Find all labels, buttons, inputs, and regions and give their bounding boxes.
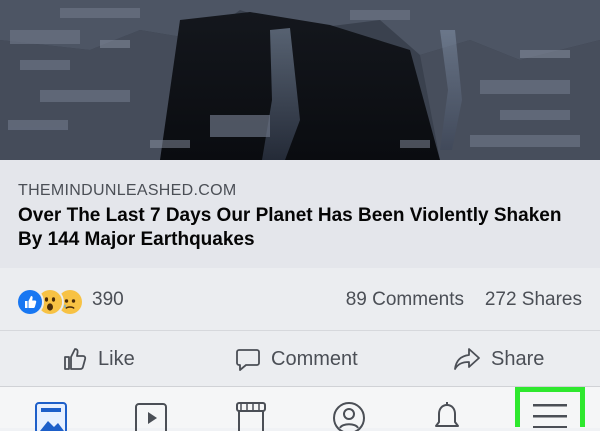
link-headline[interactable]: Over The Last 7 Days Our Planet Has Been… xyxy=(18,204,578,252)
reaction-count[interactable]: 390 xyxy=(92,289,124,311)
thumbs-up-icon xyxy=(64,348,87,370)
tab-marketplace[interactable] xyxy=(220,387,284,431)
hamburger-menu-icon xyxy=(533,404,567,428)
tab-menu[interactable] xyxy=(515,387,585,428)
bottom-tab-bar xyxy=(0,386,600,431)
tab-profile[interactable] xyxy=(318,387,382,431)
share-arrow-icon xyxy=(454,348,480,370)
post-actions: Like Comment Share xyxy=(0,330,600,387)
like-reaction-icon xyxy=(16,288,44,316)
comment-label: Comment xyxy=(271,347,358,370)
like-button[interactable]: Like xyxy=(62,341,135,377)
like-label: Like xyxy=(98,347,135,370)
share-button[interactable]: Share xyxy=(453,341,544,377)
share-label: Share xyxy=(491,347,545,370)
comment-button[interactable]: Comment xyxy=(235,341,358,377)
link-domain: THEMINDUNLEASHED.COM xyxy=(18,182,237,199)
link-preview-image[interactable] xyxy=(0,0,600,160)
earthquake-photo-icon xyxy=(0,0,600,160)
engagement-stats: 390 89 Comments 272 Shares xyxy=(0,268,600,330)
tab-news-feed[interactable] xyxy=(20,387,84,431)
tab-watch[interactable] xyxy=(120,387,184,431)
tab-notifications[interactable] xyxy=(416,387,480,428)
shares-count[interactable]: 272 Shares xyxy=(485,289,582,311)
menu-button-surface xyxy=(520,392,580,428)
link-preview-card[interactable]: THEMINDUNLEASHED.COM Over The Last 7 Day… xyxy=(0,160,600,269)
comment-icon xyxy=(236,349,260,371)
comments-count[interactable]: 89 Comments xyxy=(346,289,464,311)
